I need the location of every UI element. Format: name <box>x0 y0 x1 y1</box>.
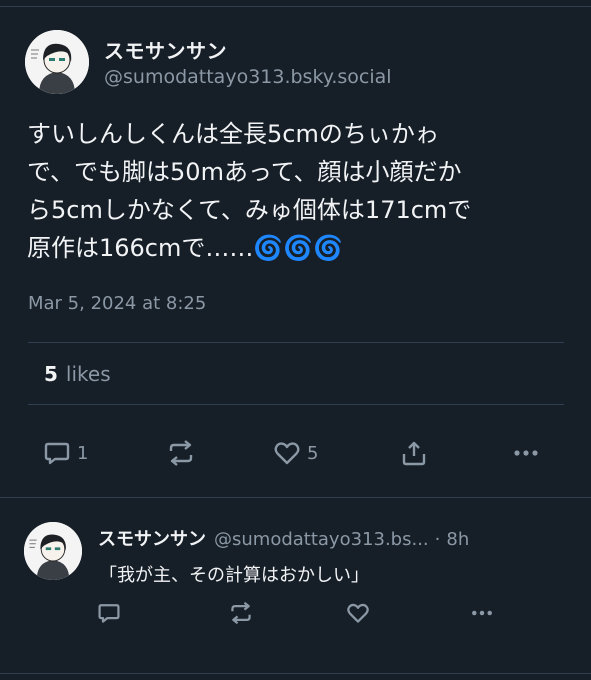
share-icon <box>402 441 426 466</box>
reply-author-avatar[interactable] <box>24 522 82 580</box>
reply-icon <box>44 442 70 465</box>
likes-count: 5 <box>44 362 58 386</box>
divider <box>28 404 564 405</box>
like-button[interactable]: 5 <box>273 439 318 467</box>
post-text: すいしんしくんは全長5cmのちぃかゎ で、でも脚は50mあって、顔は小顔だか ら… <box>27 115 567 267</box>
likes-label: likes <box>65 362 111 386</box>
reply-repost-button[interactable] <box>227 601 255 625</box>
more-icon <box>472 610 492 616</box>
reply-icon <box>98 604 120 623</box>
reply-header: スモサンサン @sumodattayo313.bs... · 8h <box>98 525 469 551</box>
repost-icon <box>231 601 251 625</box>
reply-separator: · <box>434 529 441 550</box>
repost-icon <box>169 440 193 466</box>
main-post: スモサンサン @sumodattayo313.bsky.social すいしんし… <box>0 7 591 497</box>
reply-button[interactable]: 1 <box>43 439 88 467</box>
reply-reply-button[interactable] <box>97 601 121 625</box>
post-text-line: ら5cmしかなくて、みゅ個体は171cmで <box>27 196 472 224</box>
like-icon <box>347 603 369 623</box>
reply-author-name[interactable]: スモサンサン <box>98 529 206 550</box>
reply-count: 1 <box>77 442 89 464</box>
reply-more-options-button[interactable] <box>470 601 494 625</box>
like-icon <box>274 442 300 465</box>
post-text-line: 原作は166cmで……🌀🌀🌀 <box>27 234 344 262</box>
author-avatar[interactable] <box>25 30 89 94</box>
reply-text: 「我が主、その計算はおかしい」 <box>99 565 369 586</box>
post-text-line: すいしんしくんは全長5cmのちぃかゎ <box>27 120 439 148</box>
share-button[interactable] <box>400 439 428 467</box>
reply-like-button[interactable] <box>346 601 370 625</box>
author-handle[interactable]: @sumodattayo313.bsky.social <box>104 66 392 88</box>
more-icon <box>514 450 538 456</box>
reply-time: 8h <box>446 529 470 550</box>
post-timestamp: Mar 5, 2024 at 8:25 <box>28 293 207 314</box>
reply-author-handle[interactable]: @sumodattayo313.bs... <box>214 529 429 550</box>
like-count: 5 <box>307 442 319 464</box>
bottom-divider <box>0 673 591 674</box>
reply-post[interactable]: スモサンサン @sumodattayo313.bs... · 8h 「我が主、その計算… <box>0 498 591 680</box>
divider <box>28 342 564 343</box>
post-text-line: で、でも脚は50mあって、顔は小顔だか <box>27 158 462 186</box>
repost-button[interactable] <box>165 439 203 467</box>
more-options-button[interactable] <box>512 439 540 467</box>
author-name[interactable]: スモサンサン <box>104 35 227 64</box>
likes-summary[interactable]: 5 likes <box>44 362 111 386</box>
